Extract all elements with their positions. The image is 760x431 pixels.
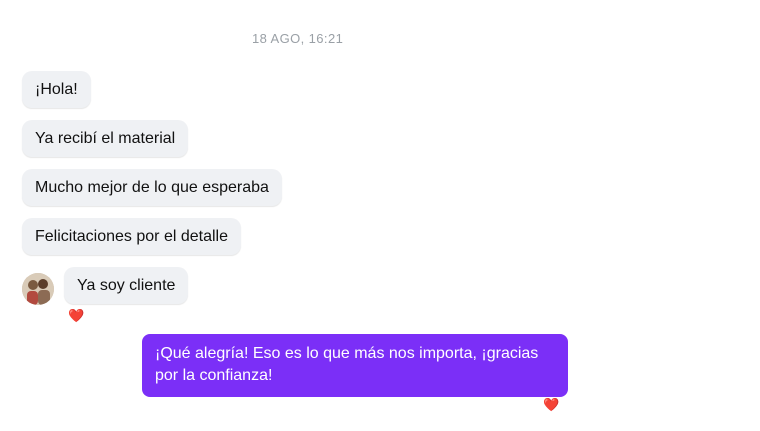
incoming-message[interactable]: Ya soy cliente xyxy=(64,267,189,304)
incoming-message[interactable]: Ya recibí el material xyxy=(22,120,189,157)
heart-reaction-icon[interactable]: ❤️ xyxy=(68,309,84,323)
incoming-message[interactable]: Felicitaciones por el detalle xyxy=(22,218,241,255)
avatar-photo-icon xyxy=(22,273,54,305)
sender-avatar[interactable] xyxy=(22,273,54,305)
incoming-message[interactable]: Mucho mejor de lo que esperaba xyxy=(22,169,282,206)
heart-reaction-icon[interactable]: ❤️ xyxy=(543,398,559,412)
message-timestamp: 18 AGO, 16:21 xyxy=(252,31,344,46)
incoming-message[interactable]: ¡Hola! xyxy=(22,71,91,108)
outgoing-message[interactable]: ¡Qué alegría! Eso es lo que más nos impo… xyxy=(142,334,568,397)
